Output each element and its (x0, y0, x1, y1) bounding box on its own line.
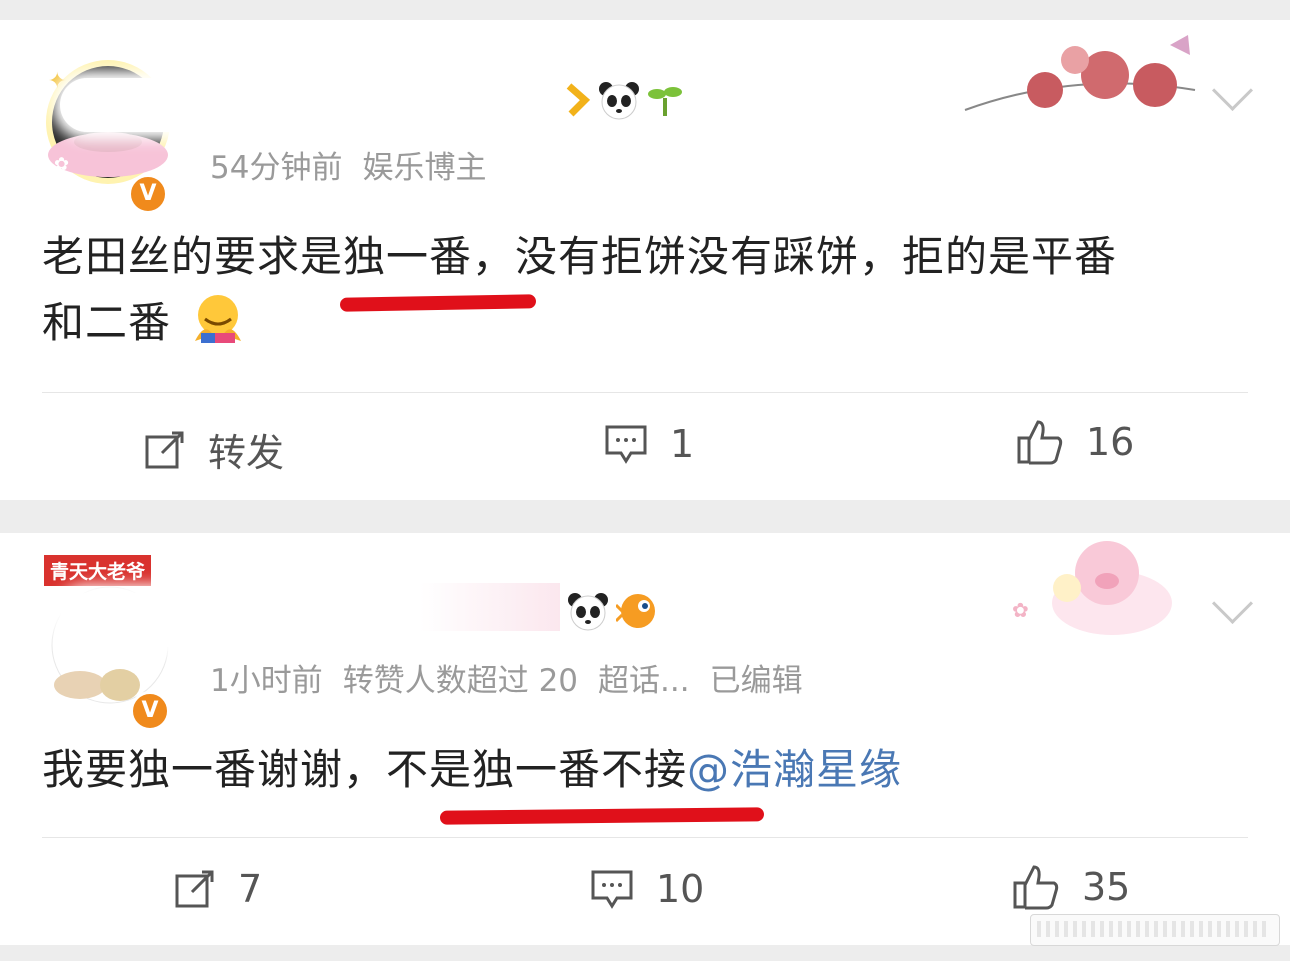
horizontal-scrollbar[interactable] (1030, 914, 1280, 946)
avatar-badge: 青天大老爷 (44, 555, 152, 586)
verified-badge-icon: V (130, 691, 170, 731)
post-tag: 转赞人数超过 20 (342, 663, 579, 699)
post-tag-supertopic[interactable]: 超话... (598, 663, 690, 699)
like-button[interactable]: 16 (1016, 418, 1134, 466)
panda-icon (599, 82, 639, 120)
post-card-2: 青天大老爷 V ✿ 1小时前 转赞人数超过 20 超话... 已编辑 我要独一番谢谢，… (0, 533, 1290, 945)
verified-badge-icon: V (128, 174, 168, 214)
post-text-line-2: 和二番 (42, 290, 1117, 356)
post-text-line-1: 老田丝的要求是独一番，没有拒饼没有踩饼，拒的是平番 (42, 232, 1118, 281)
post-card-1: ✦ ✿ V 54分钟前 娱乐博主 老田丝的要求是独一番，没有拒饼没有踩饼，拒的是平… (0, 20, 1290, 500)
post-edited: 已编辑 (709, 663, 803, 699)
post-meta: 1小时前 转赞人数超过 20 超话... 已编辑 (210, 655, 823, 700)
pig-decoration-icon: ✿ (1012, 541, 1172, 635)
svg-text:✿: ✿ (54, 154, 69, 175)
chevron-down-icon[interactable] (1211, 69, 1254, 112)
comment-button[interactable]: 1 (604, 422, 694, 466)
title-emojis (565, 80, 683, 120)
chevron-down-icon[interactable] (1211, 582, 1254, 625)
username-decoration (420, 583, 560, 631)
repost-button[interactable]: 7 (174, 867, 262, 911)
repost-button[interactable]: 转发 (144, 422, 284, 477)
like-count: 35 (1082, 865, 1131, 909)
post-text-line-2-text: 和二番 (42, 298, 172, 347)
repost-label: 转发 (208, 431, 285, 475)
repost-icon (145, 431, 184, 468)
pufferfish-icon (616, 594, 655, 628)
post-text: 我要独一番谢谢，不是独一番不接@浩瀚星缘 (42, 737, 902, 803)
post-text: 老田丝的要求是独一番，没有拒饼没有踩饼，拒的是平番 和二番 (42, 224, 1117, 356)
like-count: 16 (1086, 420, 1135, 464)
post-meta: 54分钟前 娱乐博主 (210, 142, 506, 187)
title-emojis (566, 591, 662, 631)
moon-icon (566, 83, 591, 117)
red-underline-2 (439, 807, 765, 825)
comment-icon (605, 425, 647, 464)
comment-icon (591, 870, 633, 909)
like-button[interactable]: 35 (1012, 863, 1130, 911)
mention-link[interactable]: @浩瀚星缘 (687, 745, 902, 794)
like-icon (1013, 865, 1059, 910)
comment-count: 10 (656, 867, 705, 911)
comment-button[interactable]: 10 (590, 867, 704, 911)
divider (42, 392, 1248, 393)
sprout-icon (648, 87, 682, 116)
repost-icon (175, 870, 214, 908)
like-icon (1017, 420, 1063, 465)
comment-count: 1 (670, 422, 695, 466)
panda-icon (568, 593, 608, 631)
username-redacted (60, 78, 210, 132)
rose-decoration-icon (964, 35, 1196, 111)
post-text-body: 我要独一番谢谢，不是独一番不接 (42, 745, 688, 794)
username-redacted (60, 593, 210, 647)
post-tag: 娱乐博主 (362, 150, 487, 186)
divider (42, 837, 1248, 838)
repost-count: 7 (238, 867, 263, 911)
post-time: 1小时前 (210, 663, 323, 699)
post-time: 54分钟前 (210, 150, 343, 186)
svg-text:✿: ✿ (1012, 598, 1029, 622)
scrollbar-thumb[interactable] (1037, 921, 1267, 937)
hug-emoji-icon (195, 295, 242, 343)
